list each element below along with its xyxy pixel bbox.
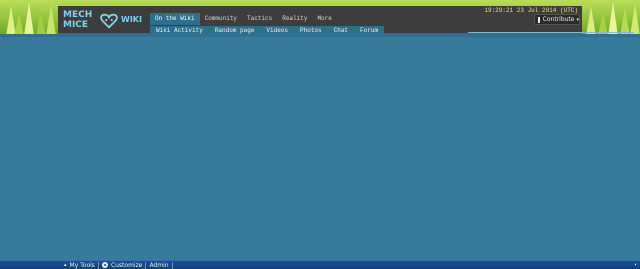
tab-tactics[interactable]: Tactics — [242, 13, 277, 25]
logo-text-bottom: MICE — [63, 20, 89, 30]
grass-blade — [14, 14, 24, 36]
grass-blade — [608, 2, 618, 36]
logo-text-top: MECH — [63, 10, 93, 20]
subnav-wiki-activity[interactable]: Wiki Activity — [150, 26, 209, 36]
grass-blade — [46, 4, 56, 36]
subnav-videos[interactable]: Videos — [260, 26, 294, 36]
wiki-logo[interactable]: MECH MICE WIKI — [61, 9, 145, 33]
toolbar-collapse-icon[interactable]: ▾ — [634, 261, 637, 269]
sub-nav: Wiki Activity Random page Videos Photos … — [150, 26, 385, 36]
subnav-photos[interactable]: Photos — [294, 26, 328, 36]
chevron-down-icon: ▾ — [576, 16, 579, 23]
tab-more[interactable]: More — [312, 13, 336, 25]
subnav-divider — [468, 32, 634, 33]
chevron-up-icon: ▴ — [64, 262, 67, 268]
customize-button[interactable]: Customize — [99, 261, 146, 269]
my-tools-menu[interactable]: ▴ My Tools — [0, 261, 98, 269]
tab-community[interactable]: Community — [200, 13, 242, 25]
my-tools-label: My Tools — [69, 261, 95, 269]
main-nav: On the Wiki Community Tactics Reality Mo… — [150, 13, 337, 25]
mouse-heart-icon — [100, 13, 118, 29]
customize-label: Customize — [110, 261, 143, 269]
utc-clock: 19:29:21 23 Jul 2014 (UTC) — [484, 7, 578, 14]
contribute-button[interactable]: Contribute ▾ — [534, 14, 580, 25]
tab-on-the-wiki[interactable]: On the Wiki — [150, 13, 200, 25]
toolbar-separator — [171, 261, 173, 269]
subnav-random-page[interactable]: Random page — [209, 26, 261, 36]
grass-blade — [36, 10, 46, 36]
page-icon — [538, 16, 540, 23]
contribute-label: Contribute — [542, 16, 575, 23]
admin-link[interactable]: Admin — [146, 261, 171, 269]
tab-reality[interactable]: Reality — [277, 13, 312, 25]
gear-icon — [101, 262, 108, 268]
subnav-chat[interactable]: Chat — [328, 26, 354, 36]
grass-blade — [24, 2, 34, 36]
bottom-toolbar: ▴ My Tools Customize Admin ▾ — [0, 260, 640, 269]
wiki-header: MECH MICE WIKI On the Wiki Community Tac… — [58, 6, 634, 36]
subnav-forum[interactable]: Forum — [354, 26, 384, 36]
logo-wiki-text: WIKI — [121, 15, 142, 24]
